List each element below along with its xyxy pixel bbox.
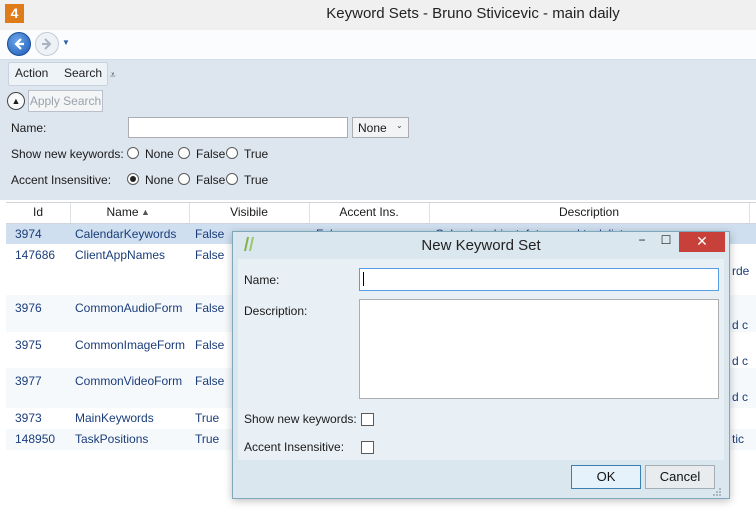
text-caret (363, 272, 364, 286)
row-description: tic (732, 432, 744, 446)
row-id: 3977 (15, 374, 42, 388)
app-icon: 4 (5, 4, 24, 23)
window-title: Keyword Sets - Bruno Stivicevic - main d… (326, 5, 620, 22)
dialog-description-input[interactable] (359, 299, 719, 399)
row-id: 147686 (15, 248, 56, 262)
chevron-down-icon: ▼ (62, 38, 70, 47)
row-visible: False (195, 248, 225, 262)
accent-radio-true[interactable] (226, 173, 238, 185)
dialog-accent-insensitive-label: Accent Insensitive: (244, 440, 345, 454)
row-visible: False (195, 338, 225, 352)
row-visible: False (195, 227, 225, 241)
radio-selected-dot (130, 176, 136, 182)
forward-button[interactable] (35, 32, 59, 56)
back-arrow-icon (14, 38, 24, 50)
column-header-description[interactable]: Description (429, 205, 749, 219)
accent-radio-false-label: False (196, 173, 226, 187)
row-description: d c (732, 390, 749, 404)
dialog-accent-insensitive-checkbox[interactable] (361, 441, 374, 454)
history-dropdown[interactable]: ▼ (62, 38, 70, 47)
dialog-show-new-keywords-label: Show new keywords: (244, 412, 357, 426)
show-new-radio-none[interactable] (127, 147, 139, 159)
row-name: TaskPositions (75, 432, 149, 446)
row-name: CommonVideoForm (75, 374, 183, 388)
row-visible: True (195, 432, 220, 446)
row-visible: False (195, 301, 225, 315)
row-name: CommonImageForm (75, 338, 186, 352)
dialog-maximize-button[interactable]: ☐ (656, 233, 676, 251)
chevron-down-icon: ⌄ (396, 121, 403, 130)
resize-grip-icon[interactable] (712, 487, 722, 497)
name-filter-label: Name: (11, 121, 47, 135)
row-visible: False (195, 374, 225, 388)
row-name: ClientAppNames (75, 248, 166, 262)
column-header-id[interactable]: Id (6, 205, 70, 219)
row-name: CalendarKeywords (75, 227, 177, 241)
show-new-keywords-label: Show new keywords: (11, 147, 124, 161)
show-new-radio-false[interactable] (178, 147, 190, 159)
apply-search-button[interactable]: Apply Search (28, 90, 103, 112)
row-name: CommonAudioForm (75, 301, 183, 315)
dialog-close-button[interactable]: ✕ (679, 232, 725, 252)
row-id: 3974 (15, 227, 42, 241)
accent-insensitive-label: Accent Insensitive: (11, 173, 112, 187)
row-visible: True (195, 411, 220, 425)
tab-search[interactable]: Search (64, 66, 102, 80)
dialog-description-label: Description: (244, 304, 308, 318)
forward-arrow-icon (42, 38, 52, 50)
row-id: 3975 (15, 338, 42, 352)
accent-radio-false[interactable] (178, 173, 190, 185)
ok-button[interactable]: OK (571, 465, 641, 489)
column-header-name[interactable]: Name (70, 205, 175, 219)
navigation-bar (0, 30, 756, 60)
toolbar-overflow-button[interactable]: ⩡ (110, 70, 116, 81)
accent-radio-true-label: True (244, 173, 269, 187)
dialog-minimize-button[interactable]: − (632, 233, 652, 251)
back-button[interactable] (7, 32, 31, 56)
cancel-button[interactable]: Cancel (645, 465, 715, 489)
row-description: rde (732, 264, 750, 278)
accent-radio-none-label: None (145, 173, 174, 187)
dialog-name-label: Name: (244, 273, 280, 287)
row-description: d c (732, 354, 749, 368)
row-description: d c (732, 318, 749, 332)
column-header-visible[interactable]: Visibile (189, 205, 309, 219)
tab-action[interactable]: Action (15, 66, 48, 80)
sort-ascending-icon: ▲ (141, 207, 150, 217)
row-id: 148950 (15, 432, 56, 446)
row-name: MainKeywords (75, 411, 154, 425)
collapse-up-icon: ▲ (11, 96, 21, 106)
column-divider[interactable] (749, 203, 750, 223)
show-new-radio-none-label: None (145, 147, 174, 161)
row-id: 3976 (15, 301, 42, 315)
row-id: 3973 (15, 411, 42, 425)
column-header-accent[interactable]: Accent Ins. (309, 205, 429, 219)
dialog-show-new-keywords-checkbox[interactable] (361, 413, 374, 426)
show-new-radio-true-label: True (244, 147, 269, 161)
accent-radio-none[interactable] (127, 173, 139, 185)
collapse-search-button[interactable]: ▲ (7, 92, 25, 110)
dialog-name-input[interactable] (359, 268, 719, 291)
show-new-radio-false-label: False (196, 147, 226, 161)
show-new-radio-true[interactable] (226, 147, 238, 159)
name-filter-input[interactable] (128, 117, 348, 138)
